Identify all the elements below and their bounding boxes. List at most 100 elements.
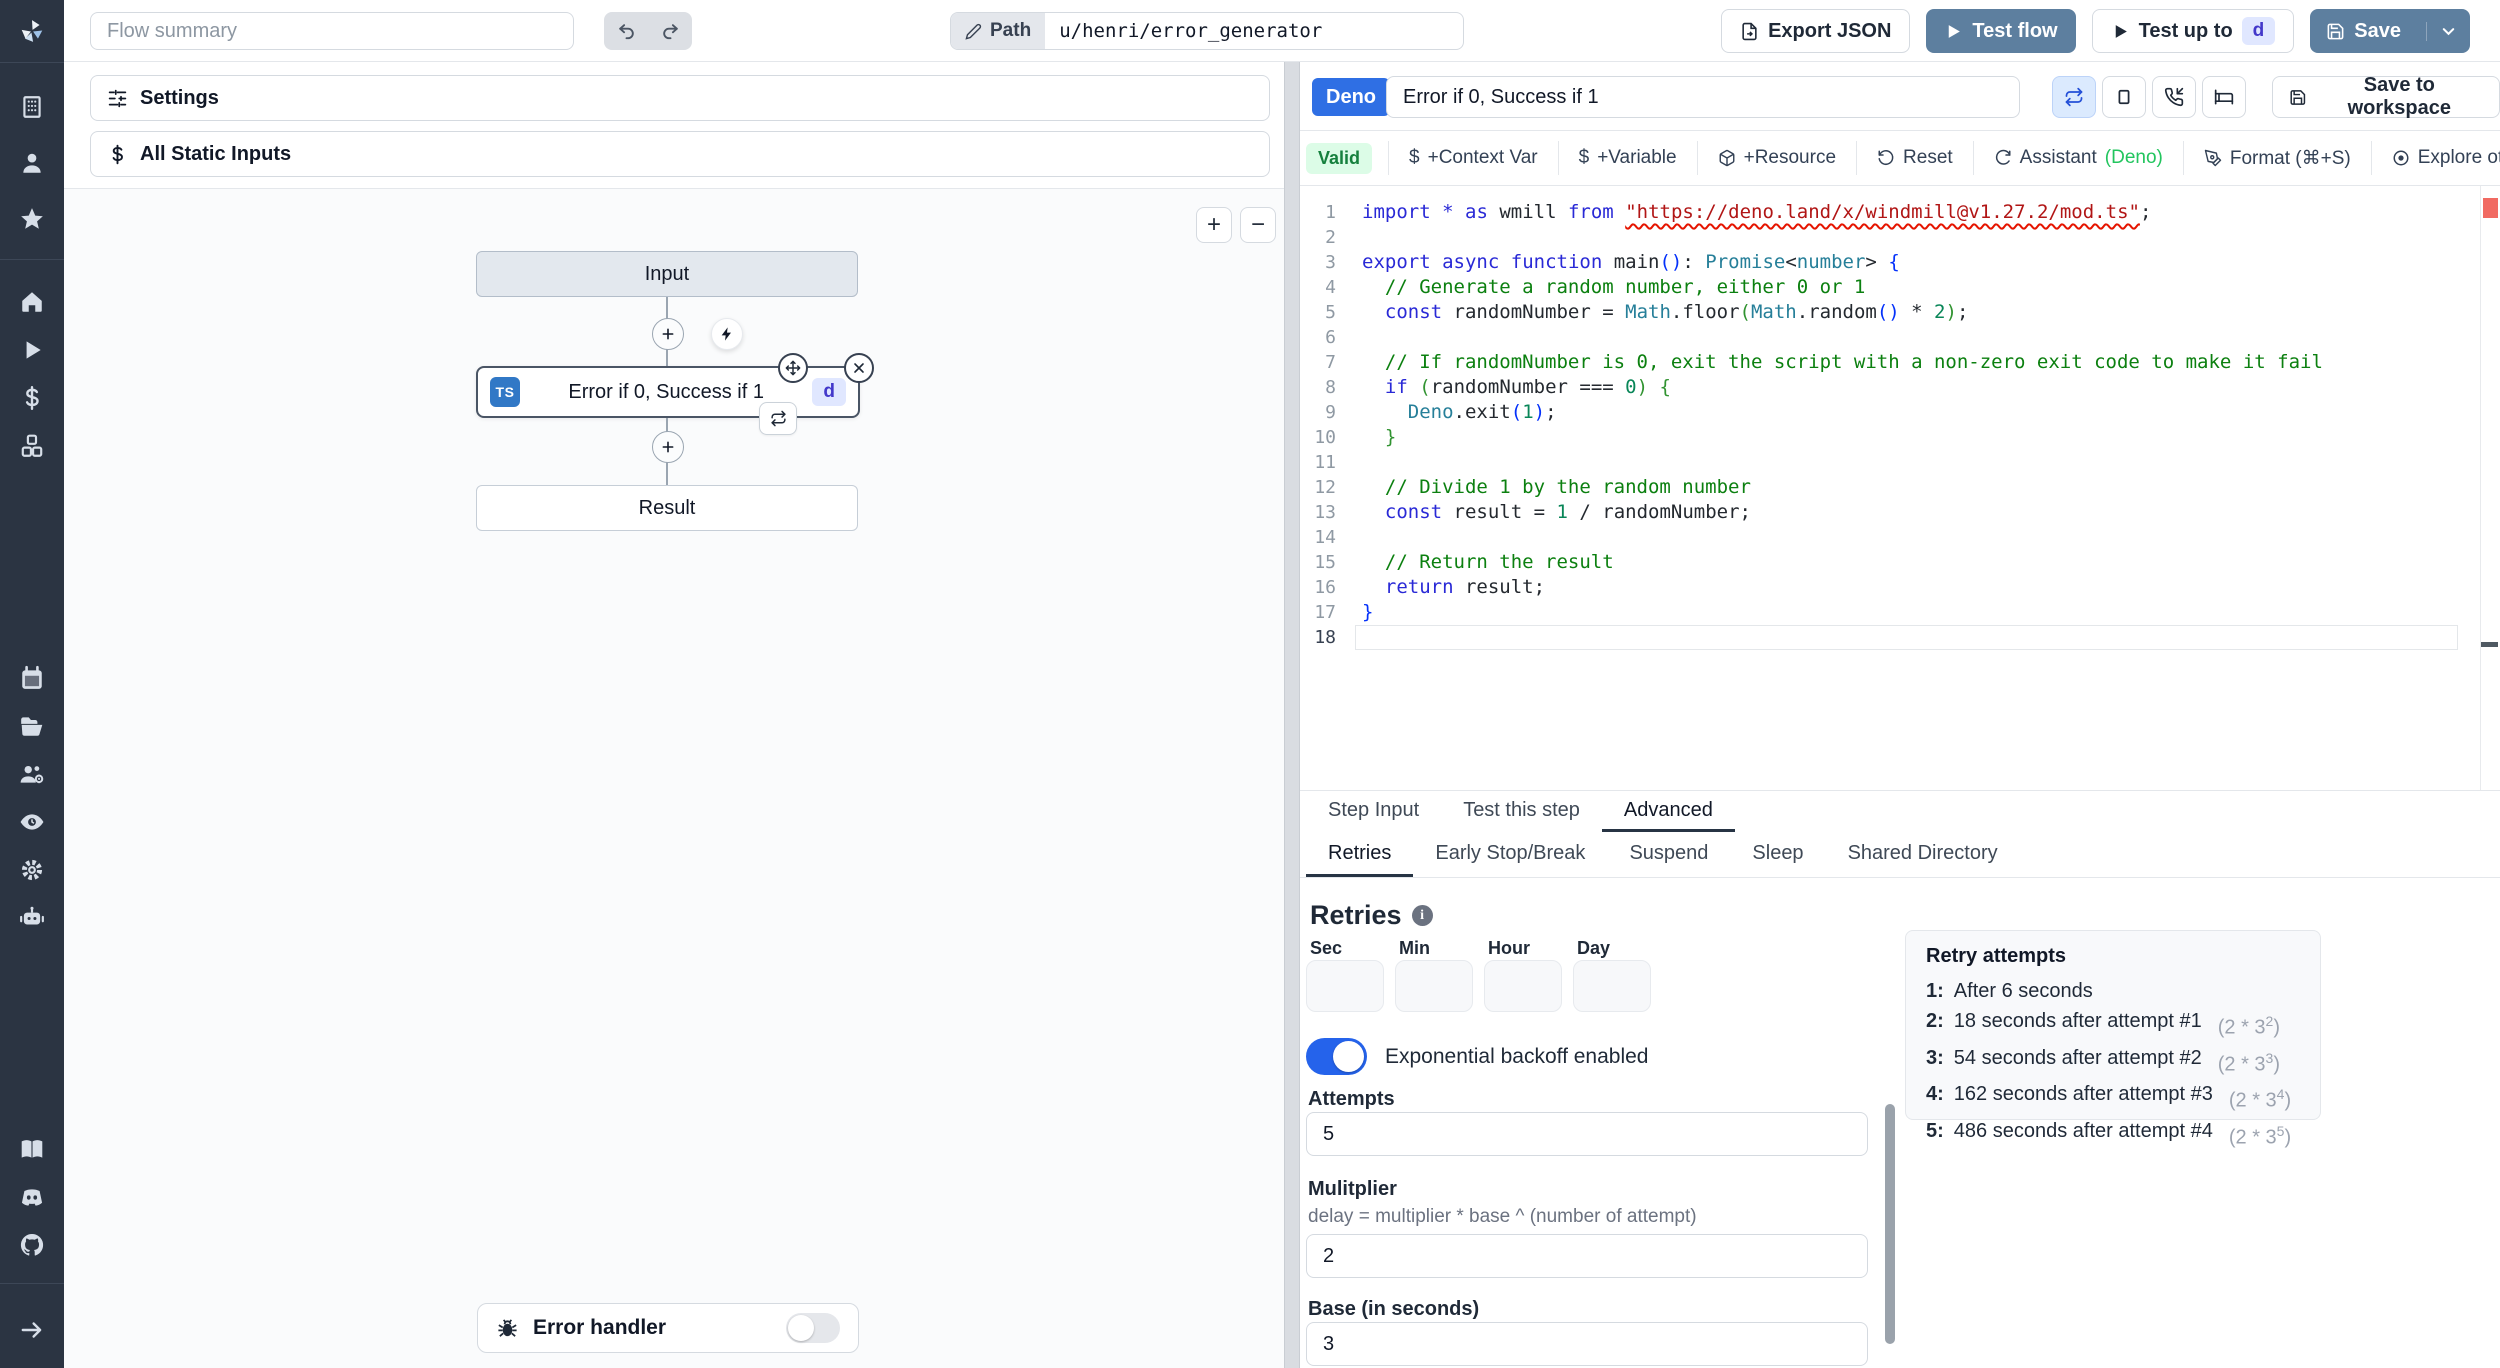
save-button[interactable]: Save bbox=[2310, 9, 2470, 53]
code-line[interactable]: 11 bbox=[1300, 450, 2480, 475]
subtab-shared-directory[interactable]: Shared Directory bbox=[1826, 832, 2020, 877]
add-context-var-button[interactable]: $ +Context Var bbox=[1388, 141, 1558, 175]
ai-bot-icon[interactable] bbox=[0, 894, 64, 942]
export-json-button[interactable]: Export JSON bbox=[1721, 9, 1911, 53]
code-line[interactable]: 3 export async function main(): Promise<n… bbox=[1300, 250, 2480, 275]
code-line[interactable]: 12 // Divide 1 by the random number bbox=[1300, 475, 2480, 500]
assistant-button[interactable]: Assistant (Deno) bbox=[1972, 141, 2183, 175]
home-icon[interactable] bbox=[0, 278, 64, 326]
code-line[interactable]: 7 // If randomNumber is 0, exit the scri… bbox=[1300, 350, 2480, 375]
code-line[interactable]: 8 if (randomNumber === 0) { bbox=[1300, 375, 2480, 400]
subtab-retries[interactable]: Retries bbox=[1306, 832, 1414, 877]
tab-test-this-step[interactable]: Test this step bbox=[1441, 791, 1602, 832]
add-step-button[interactable] bbox=[652, 318, 684, 350]
subtab-early-stop-break[interactable]: Early Stop/Break bbox=[1413, 832, 1607, 877]
zoom-out-button[interactable]: − bbox=[1240, 207, 1276, 243]
all-static-inputs-button[interactable]: All Static Inputs bbox=[90, 131, 1270, 177]
github-icon[interactable] bbox=[0, 1221, 64, 1269]
move-node-handle[interactable] bbox=[778, 353, 808, 383]
code-line[interactable]: 4 // Generate a random number, either 0 … bbox=[1300, 275, 2480, 300]
add-step-button[interactable] bbox=[652, 431, 684, 463]
retry-attempt-item: 2: 18 seconds after attempt #1 (2 * 32) bbox=[1926, 1010, 2281, 1039]
save-to-workspace-button[interactable]: Save to workspace bbox=[2272, 74, 2500, 119]
runs-play-icon[interactable] bbox=[0, 326, 64, 374]
flow-canvas[interactable]: + − Input TS Error if 0, Success if 1 d bbox=[64, 188, 1284, 1368]
discord-icon[interactable] bbox=[0, 1173, 64, 1221]
undo-button[interactable] bbox=[604, 12, 648, 50]
code-line[interactable]: 16 return result; bbox=[1300, 575, 2480, 600]
code-line[interactable]: 2 bbox=[1300, 225, 2480, 250]
add-resource-button[interactable]: +Resource bbox=[1696, 141, 1856, 175]
error-handler-node[interactable]: Error handler bbox=[477, 1303, 859, 1353]
code-line[interactable]: 14 bbox=[1300, 525, 2480, 550]
workspace-icon[interactable] bbox=[0, 83, 64, 131]
path-value[interactable]: u/henri/error_generator bbox=[1045, 13, 1336, 49]
sleep-button[interactable] bbox=[2202, 76, 2246, 118]
favorites-star-icon[interactable] bbox=[0, 195, 64, 243]
retries-scrollbar[interactable] bbox=[1885, 1104, 1895, 1344]
path-field[interactable]: Path u/henri/error_generator bbox=[950, 12, 1464, 50]
test-flow-button[interactable]: Test flow bbox=[1926, 9, 2076, 53]
code-line[interactable]: 18 bbox=[1300, 625, 2480, 650]
subtab-suspend[interactable]: Suspend bbox=[1607, 832, 1730, 877]
schedules-calendar-icon[interactable] bbox=[0, 654, 64, 702]
suspend-button[interactable] bbox=[2152, 76, 2196, 118]
base-input[interactable] bbox=[1306, 1322, 1868, 1366]
zoom-in-button[interactable]: + bbox=[1196, 207, 1232, 243]
variables-dollar-icon[interactable] bbox=[0, 374, 64, 422]
flow-panel: Settings All Static Inputs + − Input TS … bbox=[64, 62, 1284, 1368]
step-title-input[interactable] bbox=[1386, 76, 2020, 118]
tab-advanced[interactable]: Advanced bbox=[1601, 791, 1735, 832]
time-unit-input[interactable] bbox=[1484, 960, 1562, 1012]
time-unit-input[interactable] bbox=[1573, 960, 1651, 1012]
toolbar-scrollbar[interactable] bbox=[2418, 130, 2442, 131]
reset-button[interactable]: Reset bbox=[1856, 141, 1973, 175]
code-line[interactable]: 17} bbox=[1300, 600, 2480, 625]
groups-users-gear-icon[interactable] bbox=[0, 750, 64, 798]
rotate-ccw-icon bbox=[1878, 150, 1894, 165]
time-unit-input[interactable] bbox=[1306, 960, 1384, 1012]
code-line[interactable]: 6 bbox=[1300, 325, 2480, 350]
code-editor[interactable]: 1 import * as wmill from "https://deno.la… bbox=[1300, 186, 2500, 790]
code-line[interactable]: 13 const result = 1 / randomNumber; bbox=[1300, 500, 2480, 525]
flow-input-node[interactable]: Input bbox=[476, 251, 858, 297]
folders-icon[interactable] bbox=[0, 702, 64, 750]
add-variable-button[interactable]: $ +Variable bbox=[1557, 141, 1697, 175]
audit-logs-eye-icon[interactable] bbox=[0, 798, 64, 846]
retries-heading: Retries bbox=[1310, 900, 1402, 930]
flow-settings-button[interactable]: Settings bbox=[90, 75, 1270, 121]
exponential-backoff-toggle[interactable] bbox=[1306, 1038, 1367, 1075]
early-stop-button[interactable] bbox=[2102, 76, 2146, 118]
attempts-input[interactable] bbox=[1306, 1112, 1868, 1156]
code-line[interactable]: 1 import * as wmill from "https://deno.la… bbox=[1300, 200, 2480, 225]
time-unit-input[interactable] bbox=[1395, 960, 1473, 1012]
code-line[interactable]: 10 } bbox=[1300, 425, 2480, 450]
retries-configured-badge[interactable] bbox=[759, 402, 797, 435]
trigger-bolt-button[interactable] bbox=[711, 318, 743, 350]
panel-resize-handle[interactable] bbox=[1284, 62, 1300, 1368]
flow-result-node[interactable]: Result bbox=[476, 485, 858, 531]
save-dropdown-button[interactable] bbox=[2426, 21, 2470, 41]
explore-scripts-button[interactable]: Explore other s bbox=[2370, 141, 2500, 175]
info-icon[interactable]: i bbox=[1411, 905, 1433, 926]
format-button[interactable]: Format (⌘+S) bbox=[2182, 141, 2371, 175]
windmill-logo-icon[interactable] bbox=[0, 0, 64, 62]
multiplier-input[interactable] bbox=[1306, 1234, 1868, 1278]
delete-node-button[interactable] bbox=[844, 353, 874, 383]
multiplier-label: Mulitplier bbox=[1308, 1178, 1397, 1200]
settings-gear-icon[interactable] bbox=[0, 846, 64, 894]
tab-step-input[interactable]: Step Input bbox=[1306, 791, 1441, 832]
test-up-to-button[interactable]: Test up to d bbox=[2091, 9, 2295, 53]
resources-boxes-icon[interactable] bbox=[0, 422, 64, 470]
redo-button[interactable] bbox=[648, 12, 692, 50]
code-line[interactable]: 15 // Return the result bbox=[1300, 550, 2480, 575]
expand-sidebar-arrow-icon[interactable] bbox=[0, 1306, 64, 1354]
docs-book-icon[interactable] bbox=[0, 1125, 64, 1173]
code-line[interactable]: 9 Deno.exit(1); bbox=[1300, 400, 2480, 425]
error-handler-toggle[interactable] bbox=[786, 1313, 840, 1343]
code-line[interactable]: 5 const randomNumber = Math.floor(Math.r… bbox=[1300, 300, 2480, 325]
flow-summary-input[interactable] bbox=[90, 12, 574, 50]
user-icon[interactable] bbox=[0, 139, 64, 187]
subtab-sleep[interactable]: Sleep bbox=[1730, 832, 1825, 877]
retries-tab-button[interactable] bbox=[2052, 76, 2096, 118]
